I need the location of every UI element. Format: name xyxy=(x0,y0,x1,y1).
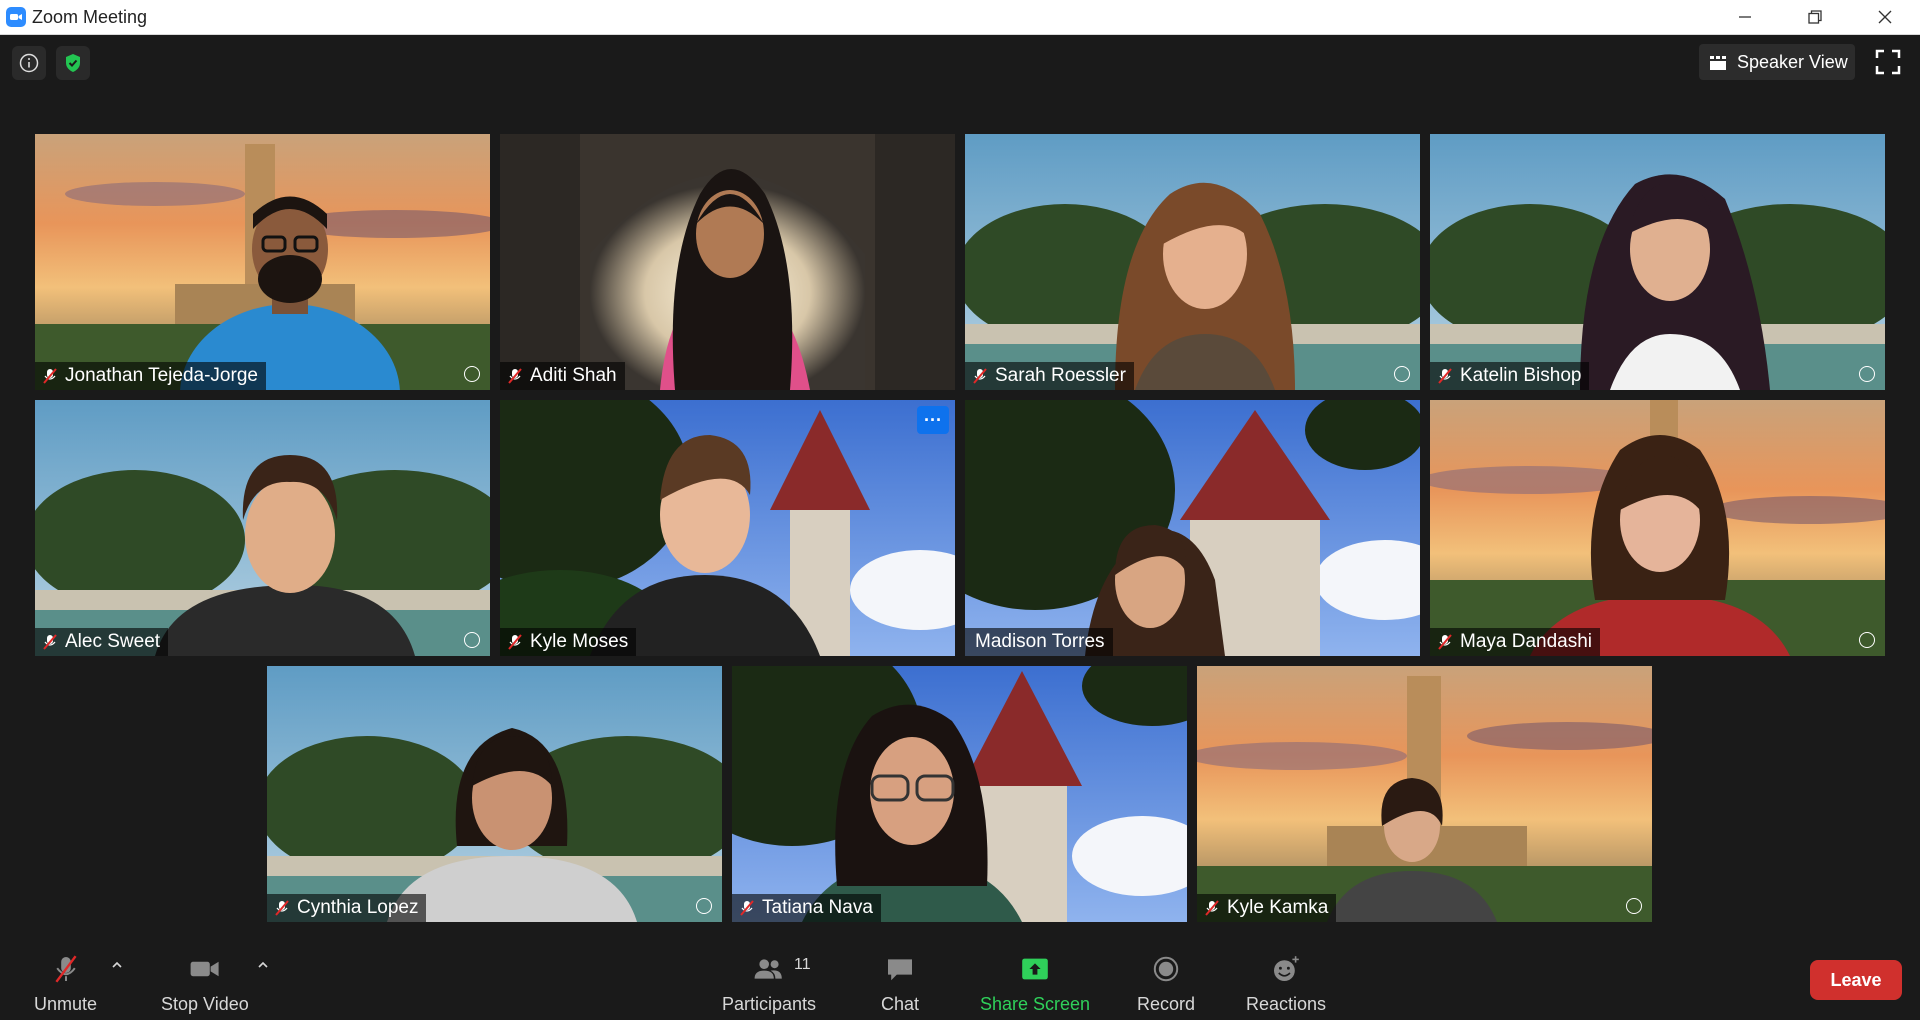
chat-button[interactable]: Chat xyxy=(880,950,920,1015)
participant-name-label: Madison Torres xyxy=(965,628,1113,656)
lock-icon xyxy=(464,632,480,648)
participant-video xyxy=(180,196,400,390)
participant-video xyxy=(1327,778,1497,922)
lock-icon xyxy=(464,366,480,382)
participant-video xyxy=(660,169,810,390)
participant-name-label: Kyle Moses xyxy=(500,628,637,656)
participants-count-badge: 11 xyxy=(794,956,811,973)
lock-icon xyxy=(696,898,712,914)
leave-button[interactable]: Leave xyxy=(1810,960,1902,1000)
participant-name-label: Katelin Bishop xyxy=(1430,362,1590,390)
participant-name-label: Cynthia Lopez xyxy=(267,894,427,922)
mic-muted-icon xyxy=(43,368,57,384)
video-tile[interactable]: Katelin Bishop xyxy=(1430,134,1885,390)
speaker-view-label: Speaker View xyxy=(1737,51,1848,72)
mic-muted-icon xyxy=(1438,368,1452,384)
unmute-button[interactable]: Unmute xyxy=(34,950,97,1015)
mic-muted-icon xyxy=(740,900,754,916)
video-camera-icon xyxy=(190,961,219,977)
stop-video-button[interactable]: Stop Video xyxy=(161,950,249,1015)
video-tile[interactable]: Maya Dandashi xyxy=(1430,400,1885,656)
title-bar: Zoom Meeting xyxy=(0,0,1920,35)
video-tile[interactable]: Kyle Kamka xyxy=(1197,666,1652,922)
share-screen-arrow-icon xyxy=(1022,958,1048,980)
video-tile[interactable]: ··· Kyle Moses xyxy=(500,400,955,656)
window-title: Zoom Meeting xyxy=(32,6,148,27)
video-tile[interactable]: Cynthia Lopez xyxy=(267,666,722,922)
info-icon xyxy=(19,53,39,73)
encryption-button[interactable] xyxy=(56,46,90,80)
meeting-toolbar: Unmute Stop Video Participants 11 Chat S… xyxy=(0,938,1920,1020)
mic-muted-icon xyxy=(1438,634,1452,650)
speaker-view-icon xyxy=(1710,56,1726,70)
participant-video xyxy=(1085,525,1225,656)
participant-name-label: Alec Sweet xyxy=(35,628,169,656)
reactions-button[interactable]: Reactions xyxy=(1246,950,1326,1015)
video-tile[interactable]: Sarah Roessler xyxy=(965,134,1420,390)
fullscreen-icon[interactable] xyxy=(1874,48,1902,76)
shield-check-icon xyxy=(66,54,80,72)
record-icon xyxy=(1153,956,1179,982)
video-tile[interactable]: Jonathan Tejeda-Jorge xyxy=(35,134,490,390)
lock-icon xyxy=(1859,366,1875,382)
mic-muted-icon xyxy=(43,634,57,650)
mic-muted-icon xyxy=(508,634,522,650)
zoom-logo-icon xyxy=(6,7,26,27)
chat-bubble-icon xyxy=(888,959,912,981)
close-icon xyxy=(1878,10,1892,24)
participant-video xyxy=(155,455,415,656)
video-tile[interactable]: Tatiana Nava xyxy=(732,666,1187,922)
mic-muted-icon xyxy=(973,368,987,384)
record-button[interactable]: Record xyxy=(1137,950,1195,1015)
tile-more-options-button[interactable]: ··· xyxy=(917,406,949,434)
audio-options-chevron-up-icon[interactable] xyxy=(110,958,124,972)
participants-icon xyxy=(754,959,782,979)
meeting-info-button[interactable] xyxy=(12,46,46,80)
participant-video xyxy=(1580,174,1770,390)
participant-video xyxy=(1530,435,1790,656)
video-options-chevron-up-icon[interactable] xyxy=(256,958,270,972)
share-screen-button[interactable]: Share Screen xyxy=(980,950,1090,1015)
participant-name-label: Aditi Shah xyxy=(500,362,625,390)
participant-video xyxy=(590,435,820,656)
reactions-smiley-icon xyxy=(1274,956,1299,981)
participant-video xyxy=(387,728,637,922)
mic-muted-icon xyxy=(54,955,77,983)
video-tile[interactable]: Aditi Shah xyxy=(500,134,955,390)
participant-name-label: Tatiana Nava xyxy=(732,894,881,922)
video-tile-active-speaker[interactable]: Madison Torres xyxy=(965,400,1420,656)
lock-icon xyxy=(1859,632,1875,648)
lock-icon xyxy=(1394,366,1410,382)
minimize-icon xyxy=(1739,16,1751,18)
minimize-button[interactable] xyxy=(1710,0,1780,34)
participant-name-label: Maya Dandashi xyxy=(1430,628,1601,656)
participant-name-label: Sarah Roessler xyxy=(965,362,1134,390)
participant-video xyxy=(802,704,1022,922)
speaker-view-button[interactable]: Speaker View xyxy=(1699,44,1855,80)
participant-video xyxy=(1115,182,1295,390)
video-tile[interactable]: Alec Sweet xyxy=(35,400,490,656)
lock-icon xyxy=(1626,898,1642,914)
mic-muted-icon xyxy=(508,368,522,384)
mic-muted-icon xyxy=(1205,900,1219,916)
close-button[interactable] xyxy=(1850,0,1920,34)
participant-name-label: Kyle Kamka xyxy=(1197,894,1337,922)
restore-button[interactable] xyxy=(1780,0,1850,34)
mic-muted-icon xyxy=(275,900,289,916)
participant-name-label: Jonathan Tejeda-Jorge xyxy=(35,362,266,390)
restore-icon xyxy=(1808,10,1822,24)
